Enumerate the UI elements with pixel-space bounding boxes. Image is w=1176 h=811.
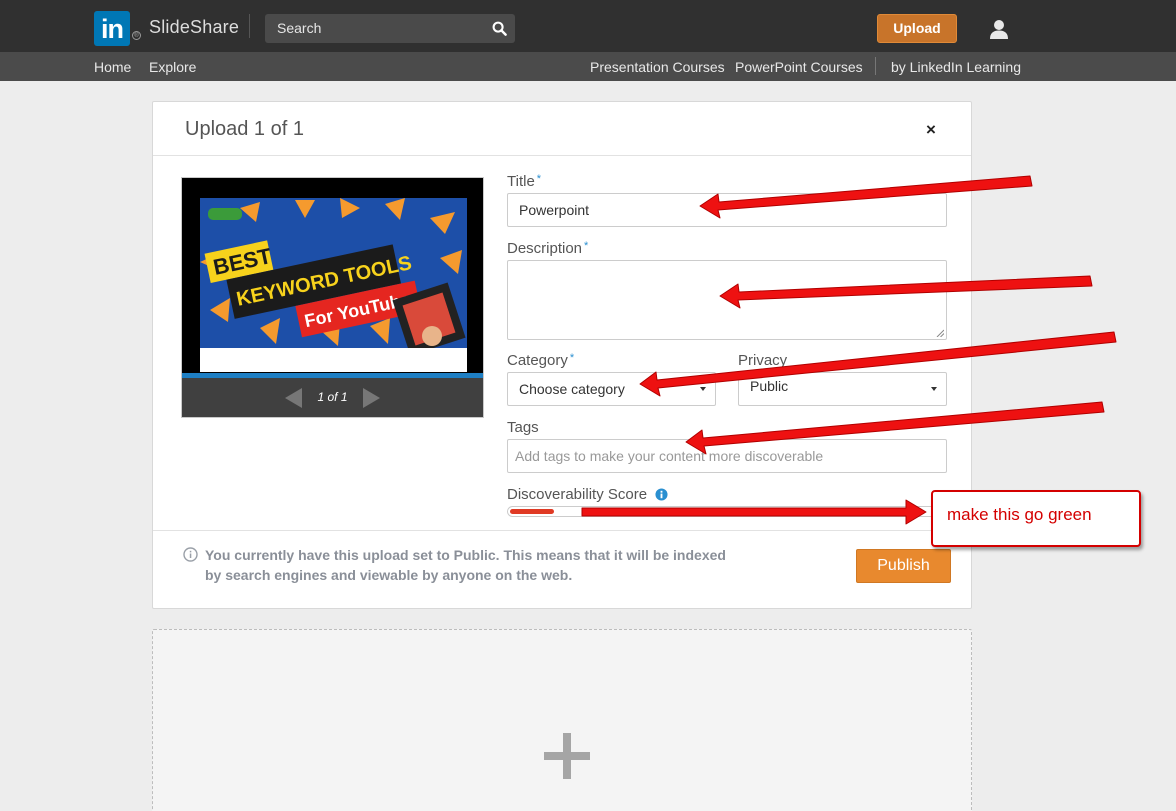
- description-label: Description *: [507, 240, 589, 257]
- close-icon[interactable]: ×: [926, 120, 936, 140]
- discoverability-score-fill: [510, 509, 554, 514]
- title-input[interactable]: Powerpoint: [507, 193, 947, 227]
- chevron-down-icon: [700, 387, 706, 391]
- nav-link-linkedin-learning[interactable]: by LinkedIn Learning: [891, 59, 1021, 75]
- required-mark: *: [536, 173, 542, 185]
- slide-counter: 1 of 1: [317, 390, 348, 404]
- dialog-title: Upload 1 of 1: [185, 118, 304, 140]
- nav-link-explore[interactable]: Explore: [149, 59, 196, 75]
- nav-link-powerpoint-courses[interactable]: PowerPoint Courses: [735, 59, 863, 75]
- info-icon[interactable]: [655, 488, 668, 501]
- privacy-select[interactable]: Public: [738, 372, 947, 406]
- resize-grip-icon[interactable]: [936, 329, 944, 337]
- add-upload-dropzone[interactable]: [152, 629, 972, 811]
- category-select[interactable]: Choose category: [507, 372, 716, 406]
- registered-mark-icon: ®: [132, 31, 141, 40]
- tags-label: Tags: [507, 419, 539, 436]
- linkedin-logo[interactable]: in: [94, 11, 130, 46]
- category-label: Category *: [507, 352, 575, 369]
- slide-preview: BEST KEYWORD TOOLS For YouTube 1 of 1: [181, 177, 484, 418]
- subnav-divider: [875, 57, 876, 75]
- search-placeholder: Search: [277, 20, 322, 36]
- dialog-header-divider: [153, 155, 971, 156]
- nav-divider: [249, 14, 250, 38]
- info-circle-icon: [183, 547, 198, 562]
- annotation-callout: make this go green: [931, 490, 1141, 547]
- required-mark: *: [569, 352, 575, 364]
- search-icon[interactable]: [492, 21, 507, 36]
- description-textarea[interactable]: [507, 260, 947, 340]
- publish-button[interactable]: Publish: [856, 549, 951, 583]
- tags-input[interactable]: Add tags to make your content more disco…: [507, 439, 947, 473]
- secondary-navigation-bar: Home Explore Presentation Courses PowerP…: [0, 52, 1176, 81]
- top-navigation-bar: in ® SlideShare Search Upload: [0, 0, 1176, 52]
- search-input[interactable]: Search: [265, 14, 515, 43]
- discoverability-label: Discoverability Score: [507, 486, 648, 503]
- thumbnail-artwork: BEST KEYWORD TOOLS For YouTube: [200, 198, 467, 348]
- upload-button[interactable]: Upload: [877, 14, 957, 43]
- dialog-footer-divider: [153, 530, 971, 531]
- upload-dialog: Upload 1 of 1 × BEST KEYWORD TOOLS For Y…: [152, 101, 972, 609]
- nav-link-home[interactable]: Home: [94, 59, 131, 75]
- thumbnail-graphic: BEST KEYWORD TOOLS For YouTube: [200, 198, 466, 348]
- slide-thumbnail[interactable]: BEST KEYWORD TOOLS For YouTube: [182, 178, 483, 374]
- chevron-down-icon: [931, 387, 937, 391]
- privacy-notice: You currently have this upload set to Pu…: [205, 547, 726, 583]
- tags-placeholder: Add tags to make your content more disco…: [515, 448, 824, 464]
- callout-text: make this go green: [947, 505, 1092, 524]
- discoverability-score-bar: [507, 506, 947, 517]
- category-selected-value: Choose category: [519, 381, 625, 397]
- privacy-selected-value: Public: [750, 378, 789, 394]
- privacy-label: Privacy: [738, 352, 788, 369]
- user-account-icon[interactable]: [988, 18, 1010, 40]
- thumbnail-bottom-strip: [200, 348, 467, 372]
- brand-name[interactable]: SlideShare: [149, 17, 239, 38]
- slide-pager: 1 of 1: [182, 378, 483, 417]
- title-label: Title *: [507, 173, 542, 190]
- nav-link-presentation-courses[interactable]: Presentation Courses: [590, 59, 725, 75]
- required-mark: *: [584, 240, 589, 252]
- next-slide-icon[interactable]: [363, 388, 380, 408]
